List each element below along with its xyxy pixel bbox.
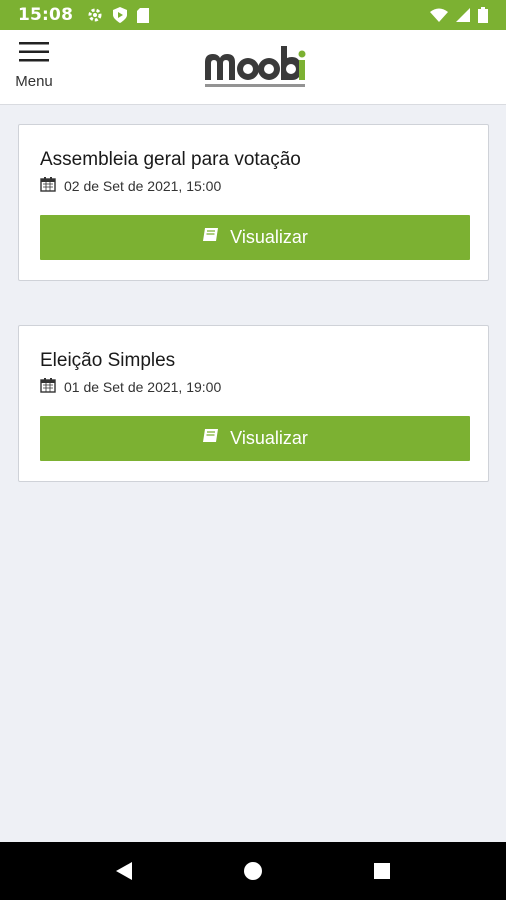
moobi-logo xyxy=(203,42,307,92)
event-card: Eleição Simples 01 de Set de 2021, 19:00… xyxy=(18,325,489,482)
card-title: Eleição Simples xyxy=(40,350,176,371)
menu-button[interactable]: Menu xyxy=(8,38,60,98)
card-date: 01 de Set de 2021, 19:00 xyxy=(40,377,221,396)
status-icons-left xyxy=(87,7,150,23)
event-card: Assembleia geral para votação 02 de Set … xyxy=(18,124,489,281)
hamburger-menu-icon[interactable] xyxy=(19,42,49,67)
signal-icon xyxy=(456,8,470,22)
calendar-icon xyxy=(40,176,56,195)
status-time: 15:08 xyxy=(18,5,74,25)
back-icon[interactable] xyxy=(94,842,154,900)
visualizar-button[interactable]: Visualizar xyxy=(40,416,470,461)
wifi-icon xyxy=(430,8,448,22)
visualizar-label: Visualizar xyxy=(230,227,308,247)
home-icon[interactable] xyxy=(223,842,283,900)
visualizar-button[interactable]: Visualizar xyxy=(40,215,470,260)
battery-icon xyxy=(478,7,488,23)
calendar-icon xyxy=(40,377,56,396)
system-nav-bar xyxy=(0,842,506,900)
book-icon xyxy=(202,227,220,248)
app-header: Menu xyxy=(0,30,506,105)
card-date: 02 de Set de 2021, 15:00 xyxy=(40,176,221,195)
card-date-text: 02 de Set de 2021, 15:00 xyxy=(64,177,222,194)
status-icons-right xyxy=(430,7,488,23)
card-date-text: 01 de Set de 2021, 19:00 xyxy=(64,378,222,395)
status-bar: 15:08 xyxy=(0,0,506,30)
visualizar-label: Visualizar xyxy=(230,428,308,448)
shield-play-icon xyxy=(113,7,128,23)
recents-icon[interactable] xyxy=(352,842,412,900)
card-title: Assembleia geral para votação xyxy=(40,149,301,170)
sd-card-icon xyxy=(137,7,150,23)
menu-label: Menu xyxy=(15,73,53,90)
book-icon xyxy=(202,428,220,449)
settings-icon xyxy=(87,7,103,23)
